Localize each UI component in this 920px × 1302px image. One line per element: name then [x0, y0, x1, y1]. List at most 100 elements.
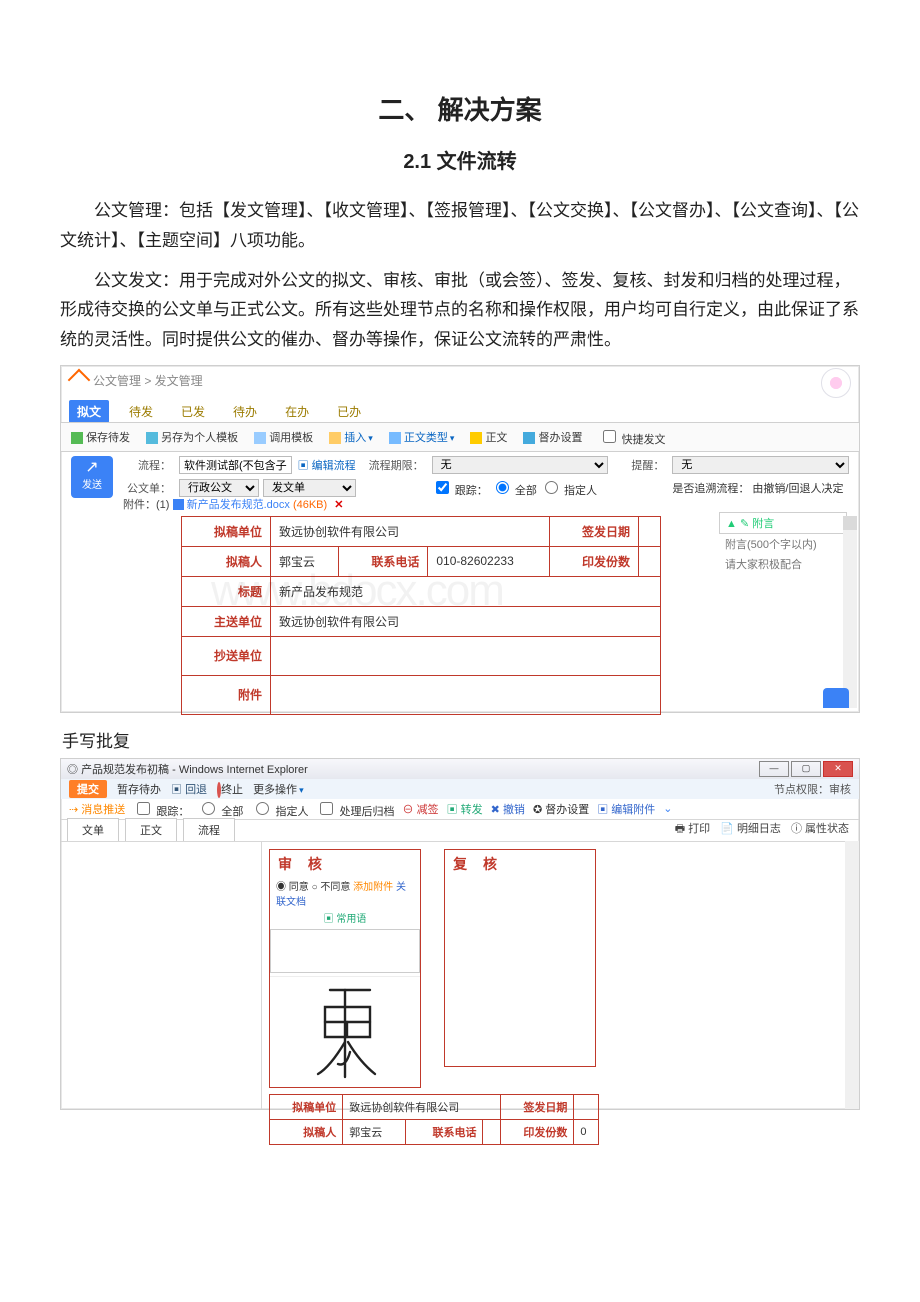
label-cc: 抄送单位	[182, 636, 271, 675]
attach-size: (46KB)	[293, 499, 327, 511]
breadcrumb: 公文管理 > 发文管理	[71, 372, 203, 389]
unit-label: 公文单：	[127, 480, 171, 496]
watermark: www.bdocx.com	[211, 566, 503, 616]
tab-done[interactable]: 已办	[329, 400, 369, 423]
tab-draft[interactable]: 拟文	[69, 400, 109, 423]
caption-handwrite: 手写批复	[62, 727, 860, 752]
supervise-button[interactable]: 督办设置	[523, 429, 582, 445]
body-button[interactable]: 正文	[470, 429, 507, 445]
repeal-button[interactable]: ✖ 撤销	[491, 801, 525, 817]
more-actions-dropdown[interactable]: 更多操作	[253, 781, 304, 797]
subtab-body[interactable]: 正文	[125, 818, 177, 841]
paragraph-1: 公文管理：包括【发文管理】、【收文管理】、【签报管理】、【公文交换】、【公文督办…	[60, 196, 860, 256]
note-hint: 附言(500个字以内)	[719, 534, 847, 554]
minus-sign-button[interactable]: ⊖ 减签	[403, 801, 439, 817]
recheck-box: 复 核	[444, 849, 596, 1067]
label-sign-date-2: 签发日期	[501, 1094, 574, 1119]
attr-status-button[interactable]: ⓘ 属性状态	[791, 820, 849, 839]
track-group: 跟踪： 全部 指定人	[432, 478, 609, 498]
scrollbar[interactable]	[845, 841, 859, 1109]
subtab-form[interactable]: 文单	[67, 818, 119, 841]
value-draft-unit-2: 致远协创软件有限公司	[343, 1094, 501, 1119]
note-header[interactable]: ▲ ✎ 附言	[719, 512, 847, 534]
send-options: 发送 流程： ▣ 编辑流程 流程期限： 无 提醒： 无 公文单： 行政公文 发文…	[61, 450, 859, 498]
message-push-button[interactable]: ⇢ 消息推送	[69, 801, 125, 817]
dispatch-mini-table: 拟稿单位 致远协创软件有限公司 签发日期 拟稿人 郭宝云 联系电话 印发份数 0	[269, 1094, 599, 1145]
archive-checkbox[interactable]: 处理后归档	[316, 799, 394, 819]
call-template-button[interactable]: 调用模板	[254, 429, 313, 445]
submit-button[interactable]: 提交	[69, 780, 107, 798]
handwritten-char-icon	[300, 982, 390, 1082]
value-copies[interactable]	[639, 546, 661, 576]
insert-dropdown[interactable]: 插入	[329, 429, 373, 445]
label-draft-unit-2: 拟稿单位	[270, 1094, 343, 1119]
unit-text-select[interactable]: 发文单	[263, 479, 356, 497]
remind-label: 提醒：	[616, 457, 664, 473]
audit-textarea[interactable]	[270, 929, 420, 973]
maximize-button[interactable]: ▢	[791, 761, 821, 777]
attach-delete-button[interactable]: ✕	[334, 499, 343, 511]
collapse-icon[interactable]: ⌄	[663, 802, 672, 815]
flow-input[interactable]	[179, 456, 292, 474]
disagree-radio[interactable]: ○ 不同意	[312, 882, 351, 893]
subtab-flow[interactable]: 流程	[183, 818, 235, 841]
edit-attach-button[interactable]: ▣ 编辑附件	[597, 801, 655, 817]
value-sign-date[interactable]	[639, 516, 661, 546]
value-draft-unit[interactable]: 致远协创软件有限公司	[271, 516, 550, 546]
label-copies: 印发份数	[550, 546, 639, 576]
track-assign-radio[interactable]: 指定人	[540, 485, 597, 497]
supervise-button[interactable]: ✪ 督办设置	[533, 801, 589, 817]
track-checkbox[interactable]: 跟踪：	[432, 485, 488, 497]
close-button[interactable]: ✕	[823, 761, 853, 777]
label-sign-date: 签发日期	[550, 516, 639, 546]
track-checkbox[interactable]: 跟踪：	[133, 799, 189, 819]
common-phrase-link[interactable]: ▣ 常用语	[276, 908, 414, 925]
save-template-button[interactable]: 另存为个人模板	[146, 429, 238, 445]
left-blank-panel	[61, 841, 262, 1109]
attach-filename[interactable]: 新产品发布规范.docx	[187, 499, 290, 511]
edit-flow-button[interactable]: ▣ 编辑流程	[298, 457, 356, 473]
back-button[interactable]: ▣ 回退	[171, 781, 207, 797]
unit-select[interactable]: 行政公文	[179, 479, 259, 497]
window-title: ◎ 产品规范发布初稿 - Windows Internet Explorer	[67, 761, 308, 777]
tab-pending-send[interactable]: 待发	[121, 400, 161, 423]
add-attach-link[interactable]: 添加附件	[353, 882, 393, 893]
recheck-title: 复 核	[445, 850, 595, 878]
audit-title: 审 核	[270, 850, 420, 878]
save-pending-button[interactable]: 暂存待办	[117, 781, 161, 797]
section-heading: 二、 解决方案	[60, 90, 860, 127]
tab-todo[interactable]: 待办	[225, 400, 265, 423]
minimize-button[interactable]: —	[759, 761, 789, 777]
value-phone-2	[483, 1119, 501, 1144]
quick-send-checkbox[interactable]: 快捷发文	[599, 427, 666, 447]
value-drafter-2: 郭宝云	[343, 1119, 406, 1144]
scrollbar[interactable]	[843, 516, 857, 708]
send-button[interactable]: 发送	[71, 456, 113, 498]
agree-radio[interactable]: ◉ 同意	[276, 882, 309, 893]
track-all-radio[interactable]: 全部	[197, 799, 243, 819]
forward-button[interactable]: ▣ 转发	[447, 801, 483, 817]
screenshot-draft-form: 公文管理 > 发文管理 拟文 待发 已发 待办 在办 已办 保存待发 另存为个人…	[60, 365, 860, 713]
tab-doing[interactable]: 在办	[277, 400, 317, 423]
log-button[interactable]: 📄 明细日志	[720, 820, 781, 839]
value-cc[interactable]	[271, 636, 661, 675]
subsection-heading: 2.1 文件流转	[60, 145, 860, 174]
track-all-radio[interactable]: 全部	[491, 485, 537, 497]
speaker-icon[interactable]	[823, 688, 849, 708]
action-bar: 提交 暂存待办 ▣ 回退 终止 更多操作 节点权限：审核	[61, 779, 859, 799]
value-attach[interactable]	[271, 675, 661, 714]
word-icon	[173, 499, 184, 510]
period-select[interactable]: 无	[432, 456, 609, 474]
tab-sent[interactable]: 已发	[173, 400, 213, 423]
stop-button[interactable]: 终止	[217, 781, 243, 797]
handwriting-area[interactable]	[270, 976, 420, 1087]
flow-label: 流程：	[127, 457, 171, 473]
label-drafter-2: 拟稿人	[270, 1119, 343, 1144]
track-assign-radio[interactable]: 指定人	[251, 799, 308, 819]
print-button[interactable]: 🖶 打印	[675, 820, 710, 839]
save-pending-button[interactable]: 保存待发	[71, 429, 130, 445]
label-draft-unit: 拟稿单位	[182, 516, 271, 546]
body-type-dropdown[interactable]: 正文类型	[389, 429, 455, 445]
remind-select[interactable]: 无	[672, 456, 849, 474]
window-titlebar: ◎ 产品规范发布初稿 - Windows Internet Explorer —…	[61, 759, 859, 779]
